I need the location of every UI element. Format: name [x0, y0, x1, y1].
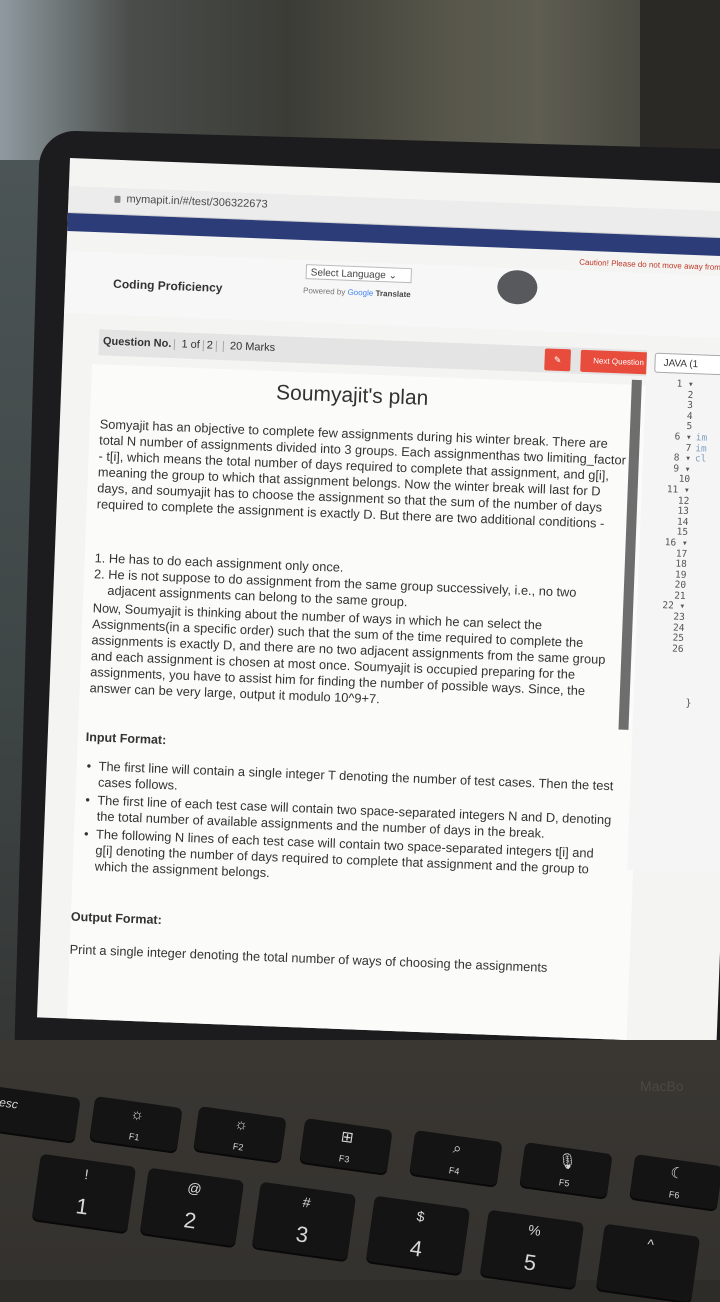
mission-control-icon: ⊞ [339, 1128, 355, 1147]
problem-body: Now, Soumyajit is thinking about the num… [89, 600, 606, 707]
problem-intro: Somyajit has an objective to complete fe… [96, 416, 627, 531]
question-total: 2 [206, 339, 214, 352]
f6-key[interactable]: ☾ F6 [629, 1154, 720, 1210]
divider [222, 340, 225, 352]
f3-key[interactable]: ⊞ F3 [299, 1118, 393, 1174]
question-current: 1 of [181, 338, 201, 352]
key-4[interactable]: $ 4 [365, 1195, 471, 1275]
f5-key[interactable]: 🎙 F5 [519, 1142, 613, 1198]
input-format-list: The first line will contain a single int… [80, 758, 614, 896]
key-5[interactable]: % 5 [479, 1209, 585, 1289]
brightness-up-icon: ☼ [233, 1115, 250, 1134]
search-icon: ⌕ [451, 1139, 463, 1158]
powered-prefix: Powered by [302, 286, 346, 297]
key-1[interactable]: ! 1 [31, 1153, 137, 1233]
esc-key[interactable]: esc [0, 1086, 81, 1142]
divider [202, 339, 204, 351]
background-right [640, 0, 720, 160]
url-text[interactable]: mymapit.in/#/test/306322673 [126, 193, 268, 210]
laptop-screen: mymapit.in/#/test/306322673 Caution! Ple… [36, 158, 720, 1044]
output-format-heading: Output Format: [70, 909, 163, 928]
section-title: Coding Proficiency [112, 276, 223, 295]
output-format-text: Print a single integer denoting the tota… [69, 941, 548, 975]
brightness-down-icon: ☼ [129, 1105, 146, 1124]
chevron-down-icon: ⌄ [388, 270, 398, 282]
lock-icon [114, 195, 121, 203]
language-select[interactable]: Select Language ⌄ [305, 264, 413, 284]
microphone-icon: 🎙 [556, 1151, 578, 1172]
closing-brace: } [685, 698, 692, 710]
translate-label: Translate [375, 288, 411, 300]
problem-panel: Soumyajit's plan Somyajit has an objecti… [66, 364, 652, 1044]
line-numbers: 1 ▾ 2 3 4 5 6 ▾ 7 8 ▾ 9 ▾ 10 11 ▾ 12 13 14 15 16 ▾ 17 18 1… [643, 378, 694, 656]
flag-button[interactable]: ✎ [544, 348, 572, 372]
key-6[interactable]: ^ [595, 1223, 701, 1302]
powered-by: Powered by Google Translate [303, 286, 411, 299]
question-label: Question No. [102, 335, 172, 351]
input-format-heading: Input Format: [85, 730, 167, 748]
language-dropdown[interactable]: JAVA (1 [654, 352, 720, 377]
divider [174, 338, 176, 350]
divider [215, 340, 218, 352]
question-number: Question No. 1 of 2 20 Marks [103, 335, 276, 354]
pencil-icon: ✎ [553, 354, 562, 366]
f1-key[interactable]: ☼ F1 [89, 1096, 183, 1152]
key-2[interactable]: @ 2 [139, 1167, 245, 1247]
code-line[interactable] [687, 645, 720, 657]
avatar[interactable] [496, 269, 539, 306]
problem-title: Soumyajit's plan [275, 381, 429, 410]
key-3[interactable]: # 3 [251, 1181, 357, 1261]
google-logo: Google [347, 287, 374, 298]
f4-key[interactable]: ⌕ F4 [409, 1130, 503, 1186]
question-marks: 20 Marks [229, 340, 276, 355]
line-number: 26 [671, 643, 684, 655]
keyboard: MacBo esc ☼ F1 ☼ F2 ⊞ F3 ⌕ F4 🎙 F5 ☾ F6 … [0, 1040, 720, 1302]
moon-icon: ☾ [669, 1164, 686, 1183]
f2-key[interactable]: ☼ F2 [193, 1106, 287, 1162]
laptop-brand: MacBo [640, 1078, 684, 1094]
language-select-label: Select Language [310, 267, 387, 282]
